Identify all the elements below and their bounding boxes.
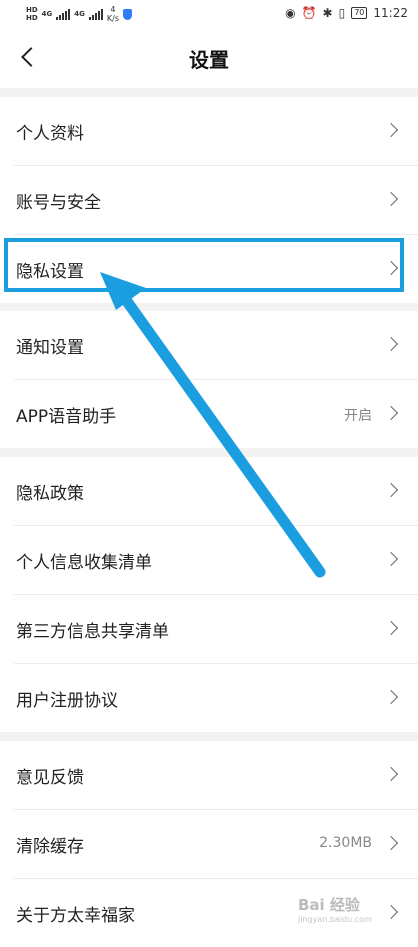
chevron-right-icon (383, 260, 399, 276)
row-voice-assistant[interactable]: APP语音助手 开启 (14, 380, 418, 448)
network-label-2: 4G (74, 10, 85, 18)
chevron-right-icon (383, 766, 399, 782)
row-label: 清除缓存 (16, 837, 84, 857)
chevron-right-icon (383, 122, 399, 138)
row-label: 账号与安全 (16, 193, 101, 213)
chevron-right-icon (383, 620, 399, 636)
page-title: 设置 (189, 48, 229, 72)
signal-icon-1 (56, 8, 71, 20)
chevron-right-icon (383, 689, 399, 705)
row-label: 通知设置 (16, 338, 84, 358)
settings-group-notifications: 通知设置 APP语音助手 开启 (0, 311, 418, 448)
hd-label-2: HD (26, 14, 38, 22)
chevron-right-icon (383, 835, 399, 851)
row-account-security[interactable]: 账号与安全 (14, 166, 418, 235)
settings-group-policies: 隐私政策 个人信息收集清单 第三方信息共享清单 用户注册协议 (0, 457, 418, 732)
status-right: ◉ ⏰ ✱ ▯ 70 11:22 (285, 6, 408, 20)
chevron-right-icon (383, 904, 399, 920)
chevron-right-icon (383, 551, 399, 567)
clock-time: 11:22 (373, 6, 408, 20)
row-profile[interactable]: 个人资料 (14, 97, 418, 166)
row-label: 隐私政策 (16, 484, 84, 504)
row-info-collection-list[interactable]: 个人信息收集清单 (14, 526, 418, 595)
chevron-right-icon (383, 482, 399, 498)
row-feedback[interactable]: 意见反馈 (14, 741, 418, 810)
status-bar: HD HD 4G 4G 4 K/s ◉ ⏰ ✱ ▯ 70 11:22 (0, 0, 418, 30)
row-label: APP语音助手 (16, 407, 117, 427)
vibrate-icon: ▯ (338, 6, 346, 20)
row-clear-cache[interactable]: 清除缓存 2.30MB (14, 810, 418, 879)
hd-label-1: HD (26, 6, 38, 14)
row-label: 隐私设置 (16, 262, 84, 282)
battery-icon: 70 (351, 7, 368, 19)
hd-indicators: HD HD (26, 6, 38, 22)
row-label: 第三方信息共享清单 (16, 622, 169, 642)
settings-group-account: 个人资料 账号与安全 隐私设置 (0, 97, 418, 303)
status-left: HD HD 4G 4G 4 K/s (26, 5, 133, 23)
row-label: 个人信息收集清单 (16, 553, 152, 573)
row-privacy-policy[interactable]: 隐私政策 (14, 457, 418, 526)
row-label: 个人资料 (16, 124, 84, 144)
network-speed-value: 4 (110, 5, 116, 14)
network-speed-unit: K/s (106, 14, 120, 23)
row-label: 意见反馈 (16, 768, 84, 788)
row-value: 2.30MB (319, 835, 372, 851)
chevron-right-icon (383, 336, 399, 352)
network-label-1: 4G (41, 10, 53, 18)
row-third-party-sharing-list[interactable]: 第三方信息共享清单 (14, 595, 418, 664)
nav-header: 设置 (0, 30, 418, 88)
eye-icon: ◉ (285, 6, 296, 20)
watermark: Bai 经验 jingyan.baidu.com (298, 894, 372, 924)
row-label: 关于方太幸福家 (16, 906, 135, 926)
row-user-agreement[interactable]: 用户注册协议 (14, 664, 418, 732)
watermark-subtext: jingyan.baidu.com (298, 915, 372, 924)
row-notification-settings[interactable]: 通知设置 (14, 311, 418, 380)
signal-icon-2 (88, 8, 103, 20)
chevron-right-icon (383, 405, 399, 421)
row-privacy-settings[interactable]: 隐私设置 (14, 235, 418, 303)
bluetooth-icon: ✱ (322, 6, 333, 20)
row-label: 用户注册协议 (16, 691, 118, 711)
chevron-right-icon (383, 191, 399, 207)
row-value: 开启 (344, 408, 372, 424)
shield-icon (123, 8, 133, 20)
network-speed: 4 K/s (107, 5, 119, 23)
watermark-text: Bai 经验 (298, 896, 360, 914)
alarm-icon: ⏰ (301, 6, 317, 20)
